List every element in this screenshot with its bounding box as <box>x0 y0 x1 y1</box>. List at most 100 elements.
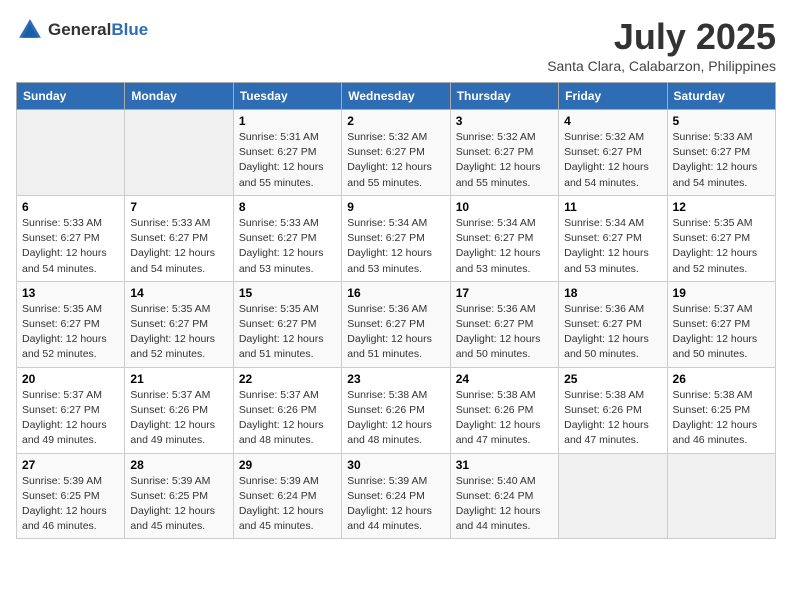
day-info: Sunrise: 5:38 AMSunset: 6:26 PMDaylight:… <box>564 388 661 449</box>
day-cell: 26 Sunrise: 5:38 AMSunset: 6:25 PMDayligh… <box>667 367 775 453</box>
day-info: Sunrise: 5:37 AMSunset: 6:26 PMDaylight:… <box>239 388 336 449</box>
day-cell: 22 Sunrise: 5:37 AMSunset: 6:26 PMDayligh… <box>233 367 341 453</box>
day-number: 13 <box>22 286 119 300</box>
calendar-header: SundayMondayTuesdayWednesdayThursdayFrid… <box>17 83 776 110</box>
day-number: 30 <box>347 458 444 472</box>
header-cell-monday: Monday <box>125 83 233 110</box>
day-number: 12 <box>673 200 770 214</box>
day-cell: 20 Sunrise: 5:37 AMSunset: 6:27 PMDayligh… <box>17 367 125 453</box>
day-cell: 2 Sunrise: 5:32 AMSunset: 6:27 PMDaylight… <box>342 110 450 196</box>
day-info: Sunrise: 5:36 AMSunset: 6:27 PMDaylight:… <box>456 302 553 363</box>
day-cell: 4 Sunrise: 5:32 AMSunset: 6:27 PMDaylight… <box>559 110 667 196</box>
day-info: Sunrise: 5:36 AMSunset: 6:27 PMDaylight:… <box>347 302 444 363</box>
header-cell-sunday: Sunday <box>17 83 125 110</box>
location-subtitle: Santa Clara, Calabarzon, Philippines <box>547 58 776 74</box>
day-number: 21 <box>130 372 227 386</box>
logo-blue: Blue <box>111 20 148 39</box>
day-cell: 7Sunrise: 5:33 AMSunset: 6:27 PMDaylight… <box>125 195 233 281</box>
header-cell-wednesday: Wednesday <box>342 83 450 110</box>
day-cell: 21 Sunrise: 5:37 AMSunset: 6:26 PMDayligh… <box>125 367 233 453</box>
week-row-3: 13 Sunrise: 5:35 AMSunset: 6:27 PMDayligh… <box>17 281 776 367</box>
day-cell: 24 Sunrise: 5:38 AMSunset: 6:26 PMDayligh… <box>450 367 558 453</box>
day-cell: 18Sunrise: 5:36 AMSunset: 6:27 PMDayligh… <box>559 281 667 367</box>
day-cell: 8 Sunrise: 5:33 AMSunset: 6:27 PMDaylight… <box>233 195 341 281</box>
page-header: GeneralBlue July 2025 Santa Clara, Calab… <box>16 16 776 74</box>
logo: GeneralBlue <box>16 16 148 44</box>
day-cell: 6Sunrise: 5:33 AMSunset: 6:27 PMDaylight… <box>17 195 125 281</box>
logo-icon <box>16 16 44 44</box>
day-cell: 3 Sunrise: 5:32 AMSunset: 6:27 PMDaylight… <box>450 110 558 196</box>
day-cell <box>667 453 775 539</box>
day-number: 14 <box>130 286 227 300</box>
day-info: Sunrise: 5:39 AMSunset: 6:25 PMDaylight:… <box>130 474 227 535</box>
day-number: 9 <box>347 200 444 214</box>
day-cell <box>559 453 667 539</box>
day-info: Sunrise: 5:38 AMSunset: 6:25 PMDaylight:… <box>673 388 770 449</box>
week-row-2: 6 Sunrise: 5:33 AMSunset: 6:27 PMDaylight… <box>17 195 776 281</box>
header-cell-tuesday: Tuesday <box>233 83 341 110</box>
day-number: 18 <box>564 286 661 300</box>
day-info: Sunrise: 5:33 AMSunset: 6:27 PMDaylight:… <box>673 130 770 191</box>
day-cell: 25Sunrise: 5:38 AMSunset: 6:26 PMDayligh… <box>559 367 667 453</box>
day-cell: 12 Sunrise: 5:35 AMSunset: 6:27 PMDayligh… <box>667 195 775 281</box>
day-number: 4 <box>564 114 661 128</box>
logo-general: General <box>48 20 111 39</box>
header-cell-thursday: Thursday <box>450 83 558 110</box>
day-number: 2 <box>347 114 444 128</box>
day-info: Sunrise: 5:39 AMSunset: 6:24 PMDaylight:… <box>239 474 336 535</box>
calendar-body: 1Sunrise: 5:31 AMSunset: 6:27 PMDaylight… <box>17 110 776 539</box>
day-cell: 23Sunrise: 5:38 AMSunset: 6:26 PMDayligh… <box>342 367 450 453</box>
day-info: Sunrise: 5:32 AMSunset: 6:27 PMDaylight:… <box>456 130 553 191</box>
day-cell <box>17 110 125 196</box>
day-number: 10 <box>456 200 553 214</box>
day-number: 24 <box>456 372 553 386</box>
day-cell <box>125 110 233 196</box>
header-cell-friday: Friday <box>559 83 667 110</box>
day-number: 22 <box>239 372 336 386</box>
day-number: 19 <box>673 286 770 300</box>
day-cell: 30 Sunrise: 5:39 AMSunset: 6:24 PMDayligh… <box>342 453 450 539</box>
day-number: 11 <box>564 200 661 214</box>
day-cell: 31Sunrise: 5:40 AMSunset: 6:24 PMDayligh… <box>450 453 558 539</box>
day-cell: 15Sunrise: 5:35 AMSunset: 6:27 PMDayligh… <box>233 281 341 367</box>
day-info: Sunrise: 5:40 AMSunset: 6:24 PMDaylight:… <box>456 474 553 535</box>
day-number: 28 <box>130 458 227 472</box>
day-info: Sunrise: 5:33 AMSunset: 6:27 PMDaylight:… <box>130 216 227 277</box>
day-number: 6 <box>22 200 119 214</box>
header-cell-saturday: Saturday <box>667 83 775 110</box>
day-cell: 5 Sunrise: 5:33 AMSunset: 6:27 PMDaylight… <box>667 110 775 196</box>
week-row-4: 20 Sunrise: 5:37 AMSunset: 6:27 PMDayligh… <box>17 367 776 453</box>
day-number: 23 <box>347 372 444 386</box>
day-cell: 17 Sunrise: 5:36 AMSunset: 6:27 PMDayligh… <box>450 281 558 367</box>
day-number: 26 <box>673 372 770 386</box>
day-cell: 29 Sunrise: 5:39 AMSunset: 6:24 PMDayligh… <box>233 453 341 539</box>
title-block: July 2025 Santa Clara, Calabarzon, Phili… <box>547 16 776 74</box>
day-info: Sunrise: 5:37 AMSunset: 6:27 PMDaylight:… <box>22 388 119 449</box>
day-number: 5 <box>673 114 770 128</box>
day-info: Sunrise: 5:35 AMSunset: 6:27 PMDaylight:… <box>673 216 770 277</box>
day-number: 15 <box>239 286 336 300</box>
day-info: Sunrise: 5:39 AMSunset: 6:24 PMDaylight:… <box>347 474 444 535</box>
day-cell: 10Sunrise: 5:34 AMSunset: 6:27 PMDayligh… <box>450 195 558 281</box>
day-cell: 19 Sunrise: 5:37 AMSunset: 6:27 PMDayligh… <box>667 281 775 367</box>
day-number: 17 <box>456 286 553 300</box>
day-info: Sunrise: 5:35 AMSunset: 6:27 PMDaylight:… <box>130 302 227 363</box>
day-number: 3 <box>456 114 553 128</box>
day-info: Sunrise: 5:32 AMSunset: 6:27 PMDaylight:… <box>347 130 444 191</box>
day-info: Sunrise: 5:37 AMSunset: 6:26 PMDaylight:… <box>130 388 227 449</box>
day-number: 8 <box>239 200 336 214</box>
day-number: 1 <box>239 114 336 128</box>
day-number: 29 <box>239 458 336 472</box>
day-cell: 14 Sunrise: 5:35 AMSunset: 6:27 PMDayligh… <box>125 281 233 367</box>
day-cell: 13Sunrise: 5:35 AMSunset: 6:27 PMDayligh… <box>17 281 125 367</box>
week-row-5: 27Sunrise: 5:39 AMSunset: 6:25 PMDayligh… <box>17 453 776 539</box>
day-info: Sunrise: 5:38 AMSunset: 6:26 PMDaylight:… <box>456 388 553 449</box>
day-number: 20 <box>22 372 119 386</box>
day-cell: 11 Sunrise: 5:34 AMSunset: 6:27 PMDayligh… <box>559 195 667 281</box>
day-info: Sunrise: 5:33 AMSunset: 6:27 PMDaylight:… <box>239 216 336 277</box>
day-info: Sunrise: 5:34 AMSunset: 6:27 PMDaylight:… <box>564 216 661 277</box>
day-info: Sunrise: 5:32 AMSunset: 6:27 PMDaylight:… <box>564 130 661 191</box>
day-info: Sunrise: 5:37 AMSunset: 6:27 PMDaylight:… <box>673 302 770 363</box>
day-number: 16 <box>347 286 444 300</box>
day-cell: 28 Sunrise: 5:39 AMSunset: 6:25 PMDayligh… <box>125 453 233 539</box>
